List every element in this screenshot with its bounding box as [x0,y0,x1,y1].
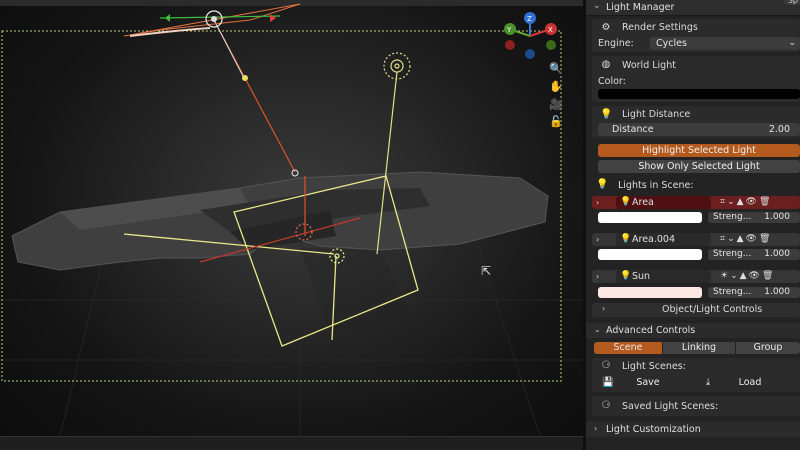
pistol-model [11,171,549,336]
light-color-swatch[interactable] [598,249,702,260]
engine-label: Engine: [598,38,634,49]
axis-x-label: X [548,26,553,34]
chevron-right-icon: › [594,424,598,433]
chevron-down-icon: ⌄ [593,1,601,11]
light-distance-box: 💡 Light Distance Distance 2.00 [592,106,800,138]
light-color-swatch[interactable] [598,287,702,298]
chevron-right-icon[interactable]: › [596,233,599,246]
world-light-box: ◍ World Light Color: [592,56,800,102]
mouse-cursor-icon: ⇱ [481,264,492,278]
light-scenes-box: ⚆ Light Scenes: 💾 Save ⤓ Load [592,358,800,392]
strength-label: Streng... [713,249,752,259]
light-bulb-icon: 💡 [600,109,613,120]
save-label: Save [636,377,660,388]
light-row-area-004[interactable]: › Area.004 💡 ⌗⌄▲👁🗑 [592,233,800,246]
engine-select[interactable]: Cycles ⌄ [650,37,800,50]
zoom-icon[interactable]: 🔍 [548,62,564,76]
viewport-scene: Z Y X [0,3,583,437]
strength-label: Streng... [713,287,752,297]
show-only-selected-light-button[interactable]: Show Only Selected Light [598,160,800,173]
light-row-icons[interactable]: ☀⌄▲👁🗑 [720,270,775,283]
panel-title: Light Manager [606,2,675,13]
tab-group[interactable]: Group [736,342,800,354]
strength-label: Streng... [713,212,752,222]
hand-pan-icon[interactable]: ✋ [548,80,564,94]
strength-value: 1.000 [764,287,790,297]
download-icon: ⤓ [706,377,711,388]
world-icon: ◍ [601,59,611,70]
light-row-area[interactable]: › Area 💡 ⌗⌄▲👁🗑 [592,196,800,209]
object-light-controls-row[interactable]: › Object/Light Controls [592,303,800,317]
saved-light-scenes-label: Saved Light Scenes: [622,401,719,412]
axis-navigation-gizmo: Z Y X [504,12,557,59]
light-customization-header[interactable]: › Light Customization [586,422,800,437]
distance-label: Distance [612,124,654,135]
advanced-controls-header[interactable]: ⌄ Advanced Controls [586,323,800,338]
top-tab[interactable]: Sp [783,0,800,5]
highlight-selected-light-button[interactable]: Highlight Selected Light [598,144,800,157]
distance-value: 2.00 [768,124,790,135]
light-bulb-icon: 💡 [620,234,632,244]
chevron-down-icon: ⌄ [594,325,601,334]
light-manager-header[interactable]: ⌄ Light Manager Sp [586,0,800,16]
strength-value: 1.000 [764,212,790,222]
render-settings-box: ⚙ Render Settings Engine: Cycles ⌄ [592,19,800,52]
load-button[interactable]: ⤓ Load [700,376,800,389]
color-label: Color: [598,76,626,87]
axis-z-label: Z [527,15,532,23]
viewport-footer [0,436,583,450]
light-scenes-label: Light Scenes: [622,361,686,372]
chevron-right-icon: › [602,304,606,313]
chevron-right-icon[interactable]: › [596,270,599,283]
axis-y-label: Y [506,26,512,34]
light-row-sun[interactable]: › Sun 💡 ☀⌄▲👁🗑 [592,270,800,283]
3d-viewport[interactable]: Z Y X 🔍 ✋ 🎥 🔓 ⇱ [0,0,583,450]
save-icon: 💾 [602,377,614,388]
advanced-controls-label: Advanced Controls [606,325,696,336]
distance-field[interactable]: Distance 2.00 [598,123,800,136]
strength-field[interactable]: Streng... 1.000 [708,212,800,223]
strength-field[interactable]: Streng... 1.000 [708,249,800,260]
lights-in-scene-label: Lights in Scene: [618,180,694,191]
light-bulb-icon: 💡 [620,197,632,207]
light-row-icons[interactable]: ⌗⌄▲👁🗑 [720,233,772,246]
world-color-swatch[interactable] [598,89,800,99]
object-light-controls-label: Object/Light Controls [662,304,763,315]
strength-field[interactable]: Streng... 1.000 [708,287,800,298]
chevron-down-icon: ⌄ [788,38,796,48]
engine-value: Cycles [656,38,687,49]
strength-value: 1.000 [764,249,790,259]
render-settings-label: Render Settings [622,22,698,33]
scene-lights-icon: ⚆ [601,360,611,371]
save-button[interactable]: 💾 Save [598,376,698,389]
light-color-swatch[interactable] [598,212,702,223]
tab-linking[interactable]: Linking [663,342,735,354]
lock-icon[interactable]: 🔓 [548,115,564,129]
light-bulb-icon: 💡 [596,179,609,190]
camera-view-icon[interactable]: 🎥 [548,98,564,112]
world-light-label: World Light [622,60,676,71]
light-bulb-icon: 💡 [620,271,632,281]
light-distance-label: Light Distance [622,109,691,120]
light-row-icons[interactable]: ⌗⌄▲👁🗑 [720,196,772,209]
chevron-right-icon[interactable]: › [596,196,599,209]
gear-icon: ⚙ [601,22,611,33]
load-label: Load [738,377,762,388]
light-customization-label: Light Customization [606,424,701,435]
saved-scenes-box: ⚆ Saved Light Scenes: [592,396,800,416]
scene-lights-icon: ⚆ [601,400,611,411]
light-manager-panel: ⌄ Light Manager Sp ⚙ Render Settings Eng… [586,0,800,450]
tab-scene[interactable]: Scene [594,342,662,354]
